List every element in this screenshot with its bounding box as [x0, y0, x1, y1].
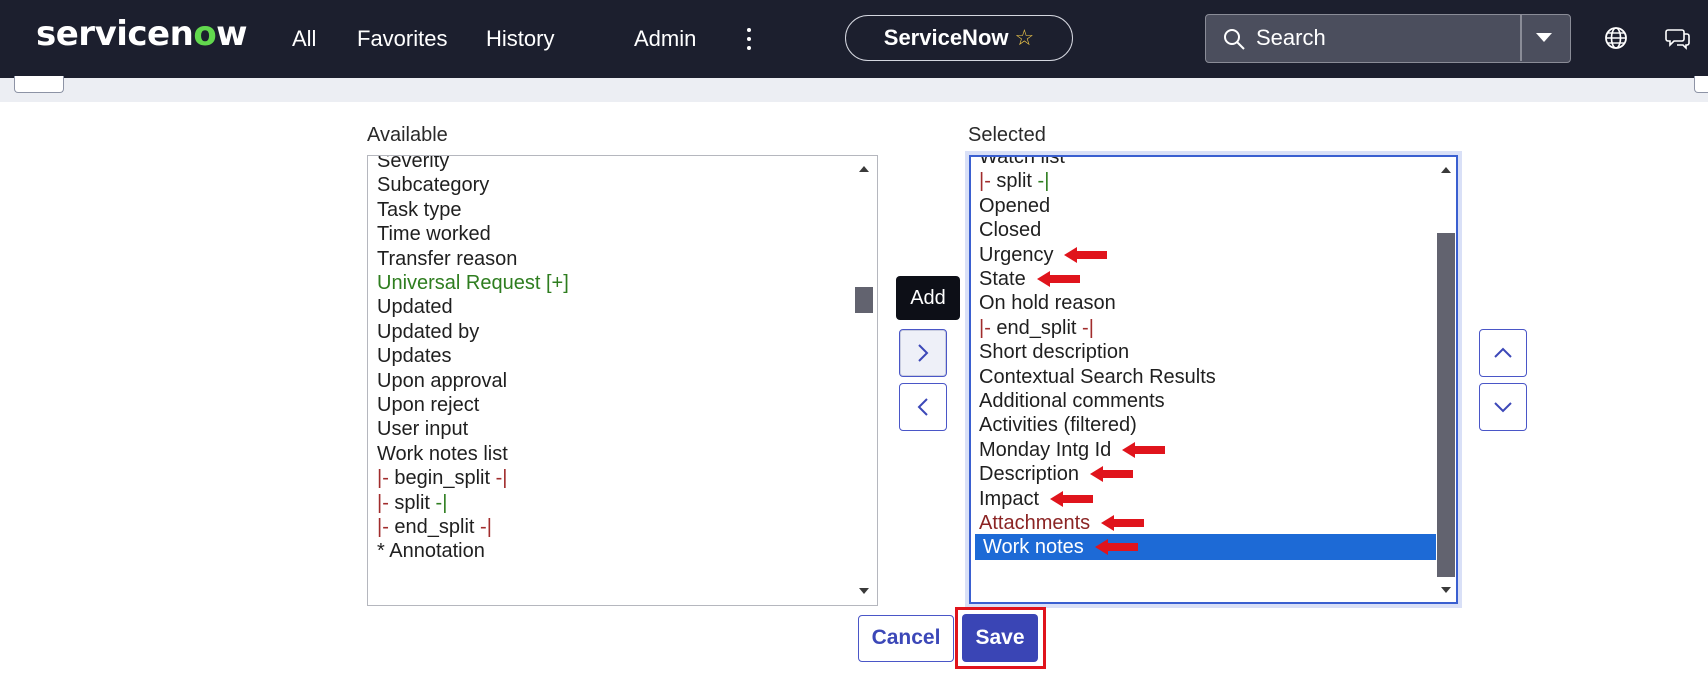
logo-text-o: o: [193, 14, 217, 54]
available-item[interactable]: Upon reject: [368, 392, 843, 418]
selected-label: Selected: [968, 124, 1046, 146]
chevron-down-icon[interactable]: [1536, 33, 1552, 42]
available-item[interactable]: |- end_split -|: [368, 514, 843, 540]
available-label: Available: [367, 124, 448, 146]
available-item[interactable]: User input: [368, 416, 843, 442]
selected-item[interactable]: Impact: [971, 486, 1436, 512]
nav-admin[interactable]: Admin: [634, 22, 696, 56]
selected-item[interactable]: Activities (filtered): [971, 412, 1436, 438]
scroll-up-icon[interactable]: [1441, 167, 1451, 173]
selected-item[interactable]: |- split -|: [971, 168, 1436, 194]
nav-favorites[interactable]: Favorites: [357, 22, 447, 56]
cancel-button[interactable]: Cancel: [858, 615, 954, 662]
remove-button[interactable]: [899, 383, 947, 431]
available-item[interactable]: Updates: [368, 343, 843, 369]
selected-item[interactable]: Monday Intg Id: [971, 437, 1436, 463]
available-item[interactable]: Updated: [368, 294, 843, 320]
more-vertical-icon[interactable]: [742, 24, 756, 54]
selected-item[interactable]: On hold reason: [971, 290, 1436, 316]
chevron-down-icon: [1494, 402, 1512, 413]
search-icon: [1224, 29, 1245, 50]
add-tooltip: Add: [896, 276, 960, 320]
selected-item[interactable]: |- end_split -|: [971, 315, 1436, 341]
logo-text-start: servicen: [36, 14, 194, 54]
app-title-pill[interactable]: ServiceNow ☆: [845, 15, 1073, 61]
available-item[interactable]: |- split -|: [368, 490, 843, 516]
star-icon[interactable]: ☆: [1015, 25, 1035, 50]
selected-item-highlighted[interactable]: Work notes: [975, 534, 1436, 561]
scroll-down-icon[interactable]: [1441, 587, 1451, 593]
annotation-arrow-icon: [1101, 515, 1145, 531]
move-up-button[interactable]: [1479, 329, 1527, 377]
save-button[interactable]: Save: [962, 614, 1038, 662]
top-navigation-bar: servicenow All Favorites History Admin S…: [0, 0, 1708, 78]
app-title: ServiceNow: [883, 25, 1009, 50]
selected-item[interactable]: Contextual Search Results: [971, 364, 1436, 390]
available-item[interactable]: Subcategory: [368, 172, 843, 198]
search-divider: [1520, 15, 1522, 61]
logo-text-end: w: [216, 14, 248, 54]
selected-item[interactable]: Urgency: [971, 242, 1436, 268]
global-search[interactable]: Search: [1205, 14, 1571, 63]
selected-item[interactable]: Attachments: [971, 510, 1436, 536]
move-down-button[interactable]: [1479, 383, 1527, 431]
available-item[interactable]: Transfer reason: [368, 246, 843, 272]
selected-listbox[interactable]: Watch list |- split -| Opened Closed Urgency…: [969, 155, 1458, 604]
available-item[interactable]: Severity: [368, 156, 843, 174]
form-header-strip: [0, 76, 1708, 102]
selected-item[interactable]: Short description: [971, 339, 1436, 365]
nav-all[interactable]: All: [292, 22, 316, 56]
available-item[interactable]: Time worked: [368, 221, 843, 247]
annotation-arrow-icon: [1094, 539, 1138, 556]
available-scrollbar[interactable]: [854, 156, 874, 604]
selected-scrollbar[interactable]: [1436, 157, 1456, 602]
form-menu-button[interactable]: [1694, 76, 1708, 93]
available-listbox[interactable]: Severity Subcategory Task type Time worked T…: [367, 155, 878, 606]
annotation-arrow-icon: [1122, 441, 1166, 458]
scroll-down-icon[interactable]: [859, 588, 869, 594]
available-item[interactable]: Universal Request [+]: [368, 270, 843, 296]
servicenow-logo[interactable]: servicenow: [36, 14, 248, 54]
chat-icon[interactable]: [1665, 26, 1691, 50]
selected-item[interactable]: Additional comments: [971, 388, 1436, 414]
annotation-arrow-icon: [1036, 271, 1080, 287]
scroll-up-icon[interactable]: [859, 166, 869, 172]
selected-item[interactable]: Opened: [971, 193, 1436, 219]
available-item[interactable]: Work notes list: [368, 441, 843, 467]
available-item[interactable]: |- begin_split -|: [368, 465, 843, 491]
available-item[interactable]: Updated by: [368, 319, 843, 345]
add-button[interactable]: [899, 329, 947, 377]
chevron-up-icon: [1494, 347, 1512, 358]
available-scroll-thumb[interactable]: [855, 287, 873, 313]
annotation-arrow-icon: [1090, 466, 1134, 483]
search-input[interactable]: Search: [1256, 25, 1326, 51]
back-button[interactable]: [14, 76, 64, 93]
chevron-left-icon: [917, 398, 928, 416]
available-item[interactable]: * Annotation: [368, 538, 843, 564]
available-item[interactable]: Task type: [368, 197, 843, 223]
selected-item[interactable]: Description: [971, 461, 1436, 487]
chevron-right-icon: [918, 344, 929, 362]
selected-scroll-thumb[interactable]: [1437, 233, 1455, 577]
annotation-arrow-icon: [1064, 246, 1108, 263]
selected-item[interactable]: Closed: [971, 217, 1436, 243]
nav-history[interactable]: History: [486, 22, 554, 56]
annotation-arrow-icon: [1050, 490, 1094, 507]
available-item[interactable]: Upon approval: [368, 368, 843, 394]
globe-icon[interactable]: [1604, 26, 1628, 50]
